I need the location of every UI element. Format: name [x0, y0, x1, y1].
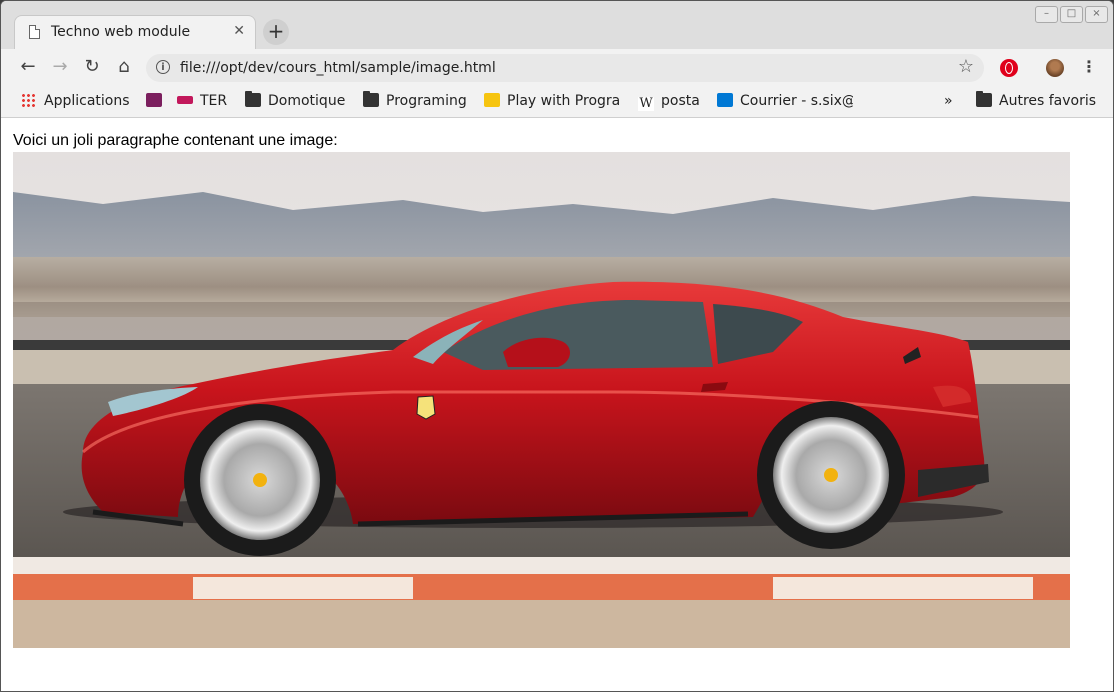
folder-icon [976, 91, 992, 107]
tab-strip: Techno web module ✕ + – □ × [1, 1, 1113, 50]
bookmark-programing[interactable]: Programing [363, 91, 467, 111]
tab-title: Techno web module [51, 24, 191, 40]
bookmark-label: Programing [386, 93, 467, 109]
bookmark-autres-favoris[interactable]: Autres favoris [976, 91, 1096, 111]
bookmarks-overflow-icon[interactable]: » [944, 91, 953, 111]
menu-icon[interactable]: ⋮ [1081, 57, 1097, 76]
window-close-icon[interactable]: × [1085, 6, 1108, 23]
tab-close-icon[interactable]: ✕ [233, 23, 245, 39]
apps-grid-icon [21, 93, 37, 107]
info-icon[interactable]: i [156, 60, 170, 74]
page-content: Voici un joli paragraphe contenant une i… [1, 118, 1113, 691]
browser-toolbar: ← → ↻ ⌂ i file:///opt/dev/cours_html/sam… [1, 49, 1113, 87]
bookmark-domotique[interactable]: Domotique [245, 91, 345, 111]
bookmark-label: Domotique [268, 93, 346, 109]
fb-bookmark-icon [146, 93, 162, 107]
bookmark-posta[interactable]: Wposta [638, 91, 700, 111]
tab-active[interactable]: Techno web module ✕ [14, 15, 256, 50]
bookmark-label: Courrier - s.six@ [740, 93, 853, 109]
bookmark-label: TER [200, 93, 228, 109]
folder-icon [245, 91, 261, 107]
wikipedia-icon: W [638, 96, 654, 111]
maximize-icon[interactable]: □ [1060, 6, 1083, 23]
minimize-icon[interactable]: – [1035, 6, 1058, 23]
page-paragraph: Voici un joli paragraphe contenant une i… [13, 132, 338, 149]
bookmark-label: Applications [44, 93, 130, 109]
car-photo-illustration [13, 152, 1070, 648]
bookmark-label: Play with Progra [507, 93, 620, 109]
bookmark-play[interactable]: Play with Progra [484, 91, 620, 111]
car-image [13, 152, 1070, 648]
bookmarks-bar: Applications TER Domotique Programing Pl… [1, 87, 1113, 118]
opera-extension-icon[interactable] [1000, 59, 1018, 77]
bookmark-label: posta [661, 93, 700, 109]
new-tab-button[interactable]: + [263, 19, 289, 45]
bookmark-applications[interactable]: Applications [21, 91, 130, 111]
document-icon [29, 25, 40, 39]
home-icon[interactable]: ⌂ [113, 56, 135, 78]
sncf-icon [177, 96, 193, 104]
forward-icon[interactable]: → [49, 56, 71, 78]
address-bar[interactable]: i file:///opt/dev/cours_html/sample/imag… [146, 54, 984, 82]
bookmark-label: Autres favoris [999, 93, 1097, 109]
reload-icon[interactable]: ↻ [81, 56, 103, 78]
back-icon[interactable]: ← [17, 56, 39, 78]
profile-avatar[interactable] [1046, 59, 1064, 77]
outlook-icon [717, 93, 733, 107]
bookmark-fb[interactable] [146, 91, 169, 111]
play-icon [484, 93, 500, 107]
folder-icon [363, 91, 379, 107]
bookmark-ter[interactable]: TER [177, 91, 227, 111]
bookmark-courrier[interactable]: Courrier - s.six@ [717, 91, 853, 111]
bookmark-star-icon[interactable]: ☆ [958, 56, 974, 77]
url-text[interactable]: file:///opt/dev/cours_html/sample/image.… [180, 60, 496, 76]
browser-window: Techno web module ✕ + – □ × ← → ↻ ⌂ i fi… [0, 0, 1114, 692]
